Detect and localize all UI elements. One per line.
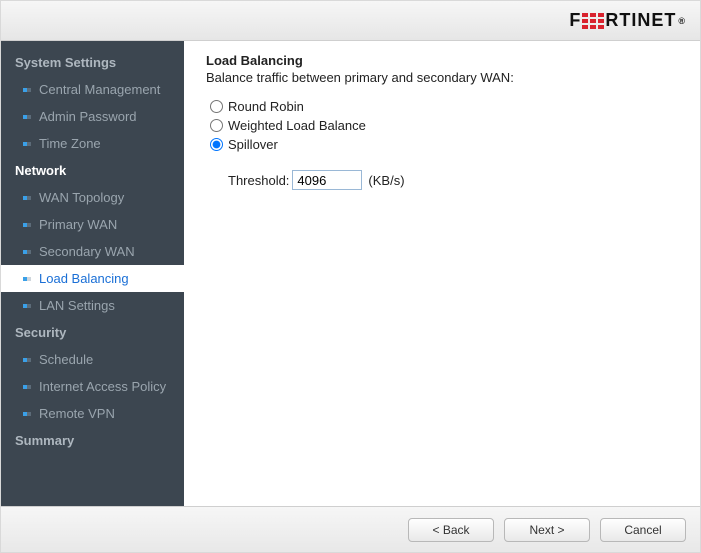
bullet-icon	[23, 410, 31, 418]
sidebar-item-label: Admin Password	[39, 108, 137, 125]
sidebar-item-schedule[interactable]: Schedule	[1, 346, 184, 373]
threshold-input[interactable]	[292, 170, 362, 190]
cancel-button[interactable]: Cancel	[600, 518, 686, 542]
body-split: System Settings Central Management Admin…	[1, 41, 700, 506]
sidebar-section-summary[interactable]: Summary	[1, 427, 184, 454]
sidebar-section-system-settings[interactable]: System Settings	[1, 49, 184, 76]
sidebar-item-lan-settings[interactable]: LAN Settings	[1, 292, 184, 319]
bullet-icon	[23, 383, 31, 391]
bullet-icon	[23, 302, 31, 310]
bullet-icon	[23, 248, 31, 256]
bullet-icon	[23, 194, 31, 202]
threshold-row: Threshold: (KB/s)	[228, 170, 678, 190]
radio-row-weighted: Weighted Load Balance	[210, 118, 678, 133]
sidebar-item-wan-topology[interactable]: WAN Topology	[1, 184, 184, 211]
threshold-label: Threshold:	[228, 173, 289, 188]
sidebar-item-internet-access-policy[interactable]: Internet Access Policy	[1, 373, 184, 400]
back-button[interactable]: < Back	[408, 518, 494, 542]
sidebar-item-label: Remote VPN	[39, 405, 115, 422]
sidebar-item-label: Time Zone	[39, 135, 101, 152]
radio-label-spillover: Spillover	[228, 137, 278, 152]
header-bar: F RTINET®	[1, 1, 700, 41]
radio-weighted[interactable]	[210, 119, 223, 132]
radio-row-round-robin: Round Robin	[210, 99, 678, 114]
brand-pre: F	[569, 10, 581, 31]
brand-logo: F RTINET®	[569, 10, 686, 31]
sidebar-item-label: WAN Topology	[39, 189, 124, 206]
footer-bar: < Back Next > Cancel	[1, 506, 700, 552]
sidebar-item-primary-wan[interactable]: Primary WAN	[1, 211, 184, 238]
bullet-icon	[23, 356, 31, 364]
bullet-icon	[23, 86, 31, 94]
radio-label-round-robin: Round Robin	[228, 99, 304, 114]
threshold-unit: (KB/s)	[368, 173, 404, 188]
sidebar-item-label: Load Balancing	[39, 270, 129, 287]
sidebar-item-label: Internet Access Policy	[39, 378, 166, 395]
sidebar-item-load-balancing[interactable]: Load Balancing	[1, 265, 184, 292]
page-description: Balance traffic between primary and seco…	[206, 70, 678, 85]
bullet-icon	[23, 221, 31, 229]
sidebar-item-remote-vpn[interactable]: Remote VPN	[1, 400, 184, 427]
sidebar-item-label: Secondary WAN	[39, 243, 135, 260]
bullet-icon	[23, 140, 31, 148]
sidebar-item-admin-password[interactable]: Admin Password	[1, 103, 184, 130]
bullet-icon	[23, 113, 31, 121]
sidebar-item-label: Schedule	[39, 351, 93, 368]
sidebar-item-label: LAN Settings	[39, 297, 115, 314]
balance-mode-radio-group: Round Robin Weighted Load Balance Spillo…	[210, 99, 678, 152]
bullet-icon	[23, 275, 31, 283]
fortinet-mark-icon	[582, 13, 604, 29]
sidebar: System Settings Central Management Admin…	[1, 41, 184, 506]
radio-row-spillover: Spillover	[210, 137, 678, 152]
sidebar-item-time-zone[interactable]: Time Zone	[1, 130, 184, 157]
radio-label-weighted: Weighted Load Balance	[228, 118, 366, 133]
sidebar-item-label: Central Management	[39, 81, 160, 98]
brand-trademark: ®	[678, 16, 686, 26]
next-button[interactable]: Next >	[504, 518, 590, 542]
sidebar-item-label: Primary WAN	[39, 216, 117, 233]
page-title: Load Balancing	[206, 53, 678, 68]
content-pane: Load Balancing Balance traffic between p…	[184, 41, 700, 506]
sidebar-section-network[interactable]: Network	[1, 157, 184, 184]
sidebar-section-security[interactable]: Security	[1, 319, 184, 346]
sidebar-item-central-management[interactable]: Central Management	[1, 76, 184, 103]
app-window: F RTINET® System Settings Central Manage…	[0, 0, 701, 553]
radio-spillover[interactable]	[210, 138, 223, 151]
sidebar-item-secondary-wan[interactable]: Secondary WAN	[1, 238, 184, 265]
radio-round-robin[interactable]	[210, 100, 223, 113]
brand-post: RTINET	[605, 10, 676, 31]
